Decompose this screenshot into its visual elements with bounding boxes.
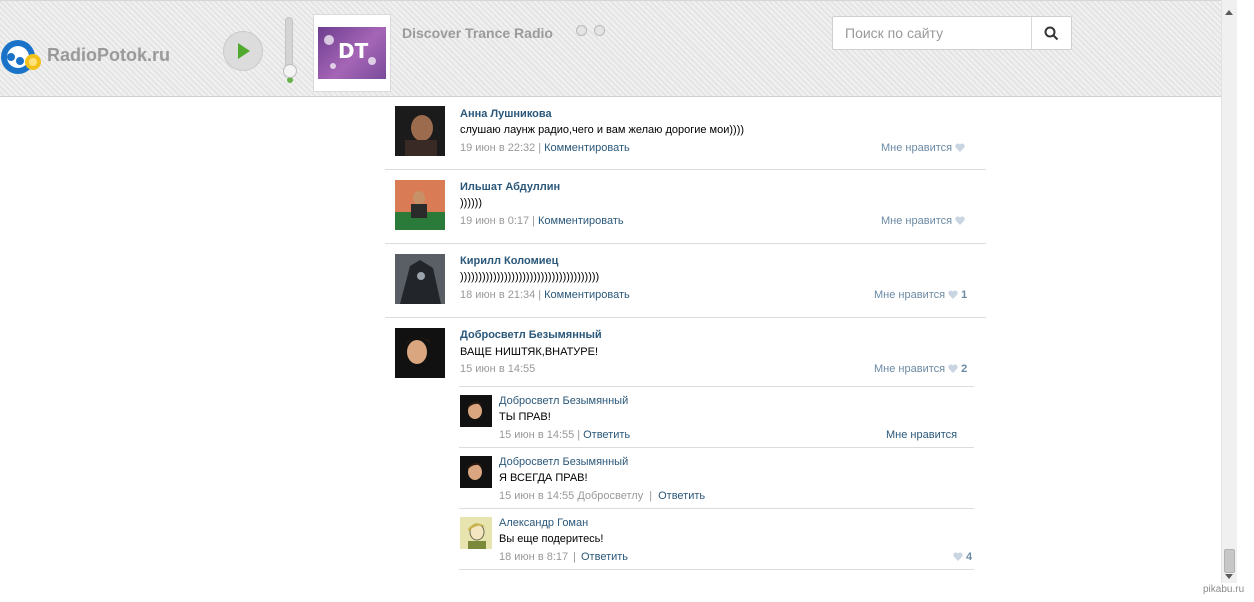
avatar[interactable] xyxy=(395,180,445,230)
comment-item: Анна Лушникова слушаю лаунж радио,чего и… xyxy=(385,97,986,170)
station-name: Discover Trance Radio xyxy=(402,25,553,41)
scroll-down-arrow-icon[interactable] xyxy=(1225,574,1233,579)
comment-text: )))))))))))))))))))))))))))))))))))))) xyxy=(460,271,600,283)
reply-meta: 18 июн в 8:17 | Ответить xyxy=(499,551,629,563)
station-logo-image: DT xyxy=(318,27,386,79)
site-logo-text[interactable]: RadioPotok.ru xyxy=(47,45,170,66)
volume-handle[interactable] xyxy=(283,64,297,78)
avatar[interactable] xyxy=(460,456,492,488)
comment-date: 18 июн в 21:34 xyxy=(460,289,536,301)
comment-text: слушаю лаунж радио,чего и вам желаю доро… xyxy=(460,124,745,136)
like-count: 4 xyxy=(966,551,973,563)
reply-button[interactable]: Ответить xyxy=(583,429,630,441)
comment-date: 19 июн в 22:32 xyxy=(460,142,536,154)
reply-text: Я ВСЕГДА ПРАВ! xyxy=(499,472,588,484)
comment-item: Ильшат Абдуллин )))))) 19 июн в 0:17 | Ком… xyxy=(385,170,986,244)
reply-button[interactable]: Ответить xyxy=(581,551,628,563)
reply-meta: 15 июн в 14:55 Добросветлу | Ответить xyxy=(499,490,706,502)
comment-item: Добросветл Безымянный ВАЩЕ НИШТЯК,ВНАТУР… xyxy=(385,318,986,384)
station-thumbnail[interactable]: DT xyxy=(313,14,391,92)
watermark: pikabu.ru xyxy=(1203,584,1245,595)
reply-text: ТЫ ПРАВ! xyxy=(499,411,551,423)
like-label: Мне нравится xyxy=(874,289,946,301)
like-label: Мне нравится xyxy=(881,215,953,227)
comment-author[interactable]: Добросветл Безымянный xyxy=(460,329,602,341)
search-input[interactable] xyxy=(833,17,1031,49)
header-bar: RadioPotok.ru DT Discover Trance Radio xyxy=(0,0,1221,97)
search-button[interactable] xyxy=(1031,17,1071,49)
radiopotok-logo-icon[interactable] xyxy=(0,37,42,77)
reply-button[interactable]: Ответить xyxy=(658,490,705,502)
reply-author[interactable]: Александр Гоман xyxy=(499,517,588,529)
reply-item: Александр Гоман Вы еще подеритесь! 18 ию… xyxy=(459,509,974,570)
like-button[interactable]: Мне нравится xyxy=(881,142,965,154)
reply-text: Вы еще подеритесь! xyxy=(499,533,604,545)
station-indicator-dot xyxy=(594,25,605,36)
like-button[interactable]: 4 xyxy=(950,551,972,563)
reply-item: Добросветл Безымянный ТЫ ПРАВ! 15 июн в … xyxy=(459,387,974,448)
station-logo-text: DT xyxy=(338,39,369,63)
avatar[interactable] xyxy=(395,328,445,378)
reply-item: Добросветл Безымянный Я ВСЕГДА ПРАВ! 15 … xyxy=(459,448,974,509)
comment-author[interactable]: Ильшат Абдуллин xyxy=(460,181,560,193)
comment-action-link[interactable]: Комментировать xyxy=(544,289,630,301)
volume-slider[interactable] xyxy=(283,17,297,83)
heart-icon xyxy=(948,290,958,299)
reply-author[interactable]: Добросветл Безымянный xyxy=(499,456,628,468)
comment-text: )))))) xyxy=(460,197,482,209)
comment-action-link[interactable]: Комментировать xyxy=(544,142,630,154)
heart-icon xyxy=(955,216,965,225)
comment-item: Кирилл Коломиец ))))))))))))))))))))))))… xyxy=(385,244,986,318)
comment-meta: 18 июн в 21:34 | Комментировать xyxy=(460,289,630,301)
avatar[interactable] xyxy=(460,395,492,427)
like-button[interactable]: Мне нравится 1 xyxy=(874,289,967,301)
like-count: 1 xyxy=(961,289,968,301)
site-search xyxy=(832,16,1072,50)
comment-action-link[interactable]: Комментировать xyxy=(538,215,624,227)
comment-text: ВАЩЕ НИШТЯК,ВНАТУРЕ! xyxy=(460,346,599,358)
reply-date: 15 июн в 14:55 xyxy=(499,429,575,441)
reply-meta: 15 июн в 14:55 | Ответить xyxy=(499,429,631,441)
play-button[interactable] xyxy=(223,31,263,71)
reply-date: 18 июн в 8:17 xyxy=(499,551,569,563)
heart-icon xyxy=(953,552,963,561)
like-button[interactable]: Мне нравится xyxy=(886,429,957,441)
reply-date: 15 июн в 14:55 xyxy=(499,490,575,502)
reply-author[interactable]: Добросветл Безымянный xyxy=(499,395,628,407)
scroll-up-arrow-icon[interactable] xyxy=(1225,10,1233,15)
play-icon xyxy=(238,43,250,59)
avatar[interactable] xyxy=(460,517,492,549)
station-indicator-dot xyxy=(576,25,587,36)
reply-to[interactable]: Добросветлу xyxy=(577,490,643,502)
comment-date: 15 июн в 14:55 xyxy=(460,363,536,375)
like-count: 2 xyxy=(961,363,968,375)
comment-date: 19 июн в 0:17 xyxy=(460,215,530,227)
heart-icon xyxy=(948,364,958,373)
heart-icon xyxy=(955,143,965,152)
comment-author[interactable]: Анна Лушникова xyxy=(460,108,552,120)
like-label: Мне нравится xyxy=(874,363,946,375)
scrollbar-thumb[interactable] xyxy=(1224,549,1235,573)
like-button[interactable]: Мне нравится xyxy=(881,215,965,227)
like-button[interactable]: Мне нравится 2 xyxy=(874,363,967,375)
like-label: Мне нравится xyxy=(881,142,953,154)
search-icon xyxy=(1044,26,1059,41)
avatar[interactable] xyxy=(395,106,445,156)
comment-meta: 19 июн в 22:32 | Комментировать xyxy=(460,142,630,154)
avatar[interactable] xyxy=(395,254,445,304)
comment-author[interactable]: Кирилл Коломиец xyxy=(460,255,558,267)
comment-meta: 19 июн в 0:17 | Комментировать xyxy=(460,215,624,227)
page-scrollbar[interactable] xyxy=(1221,0,1237,583)
